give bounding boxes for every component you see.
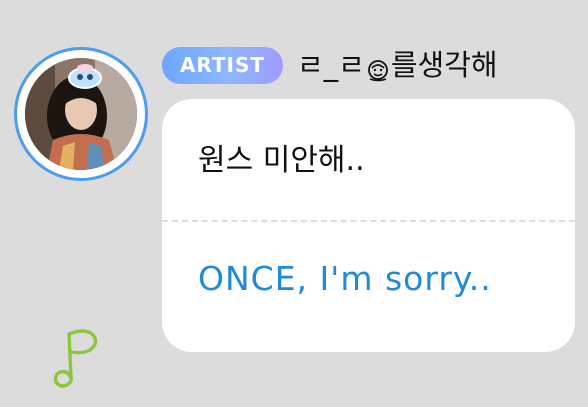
sender-name[interactable]: ㄹ_ㄹ 를생각해 <box>297 45 498 85</box>
melting-face-emoji-icon <box>366 53 390 82</box>
avatar-ring[interactable] <box>14 47 148 181</box>
avatar[interactable] <box>25 58 137 170</box>
artist-badge: ARTIST <box>162 47 283 84</box>
avatar-photo <box>25 58 137 170</box>
sender-name-prefix: ㄹ_ㄹ <box>297 48 365 82</box>
message-translated-text: ONCE, I'm sorry.. <box>198 259 492 298</box>
sender-name-suffix: 를생각해 <box>390 48 498 82</box>
translation-divider <box>162 220 575 222</box>
music-note-icon <box>50 326 106 392</box>
message-bubble[interactable]: 원스 미안해.. ONCE, I'm sorry.. <box>162 99 575 352</box>
message-original-text: 원스 미안해.. <box>198 143 365 178</box>
